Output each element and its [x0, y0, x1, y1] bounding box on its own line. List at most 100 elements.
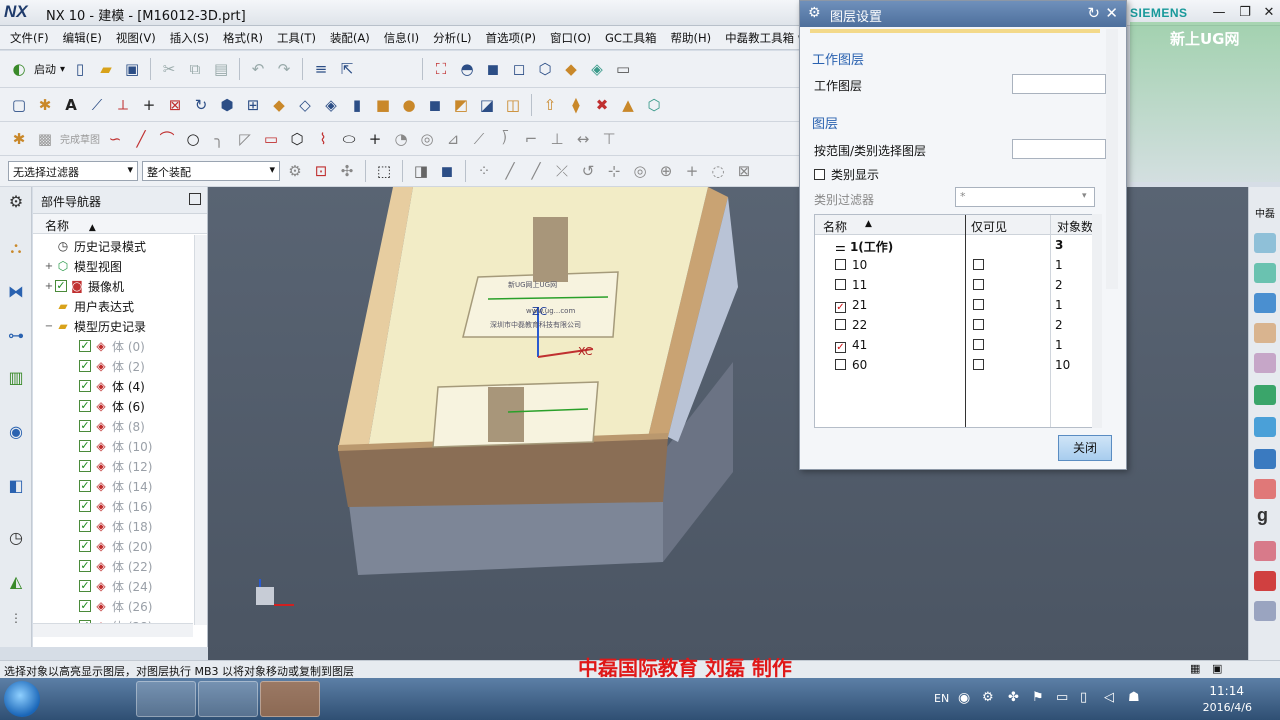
boolean-unite-icon[interactable]: ◼ [424, 94, 446, 116]
visibility-checkbox[interactable]: ✓ [79, 580, 91, 592]
menu-help[interactable]: 帮助(H) [670, 30, 711, 46]
offset-icon[interactable]: ◆ [268, 94, 290, 116]
tray-app-icon[interactable]: ✤ [1008, 690, 1019, 705]
menu-insert[interactable]: 插入(S) [170, 30, 209, 46]
snap-point-icon[interactable]: ✣ [336, 160, 358, 182]
visibility-checkbox[interactable]: ✓ [79, 440, 91, 452]
visibility-checkbox[interactable]: ✓ [79, 420, 91, 432]
tray-user-icon[interactable]: ☗ [1128, 690, 1140, 705]
save-icon[interactable]: ▣ [121, 58, 143, 80]
tool-icon-12[interactable] [1254, 601, 1276, 621]
finish-sketch-label[interactable]: 完成草图 [60, 131, 100, 146]
line-icon[interactable]: ╱ [130, 128, 152, 150]
synchronous-icon[interactable]: ⬡ [643, 94, 665, 116]
layer-row[interactable]: 22 2 [815, 315, 1093, 335]
layer-visible-checkbox[interactable]: ✓ [835, 342, 846, 353]
snap-center-icon[interactable]: ⊹ [603, 160, 625, 182]
new-file-icon[interactable]: ▯ [69, 58, 91, 80]
render-style-icon[interactable]: ◓ [456, 58, 478, 80]
extrude-icon[interactable]: ⬢ [216, 94, 238, 116]
undo-icon[interactable]: ↶ [247, 58, 269, 80]
snap-existing-icon[interactable]: ⊕ [655, 160, 677, 182]
navigator-row[interactable]: ✓ ◈ 体 (20) [67, 536, 152, 556]
category-display-checkbox[interactable]: 类别显示 [814, 166, 879, 183]
navigator-row[interactable]: ✓ ◈ 体 (16) [67, 496, 152, 516]
navigator-row[interactable]: ✓ ◈ 体 (22) [67, 556, 152, 576]
close-window-button[interactable]: ✕ [1260, 4, 1278, 22]
block-icon[interactable]: ■ [372, 94, 394, 116]
visible-only-checkbox[interactable] [973, 299, 984, 310]
layer-row[interactable]: 10 1 [815, 255, 1093, 275]
redo-icon[interactable]: ↷ [273, 58, 295, 80]
circle-icon[interactable]: ○ [182, 128, 204, 150]
visibility-checkbox[interactable]: ✓ [79, 340, 91, 352]
category-display-box[interactable] [814, 169, 825, 180]
background-icon[interactable]: ▭ [612, 58, 634, 80]
visibility-checkbox[interactable]: ✓ [79, 380, 91, 392]
layer-row[interactable]: ⚌ 1(工作) 3 [815, 235, 1093, 255]
menu-file[interactable]: 文件(F) [10, 30, 49, 46]
offset-region-icon[interactable]: ▲ [617, 94, 639, 116]
tray-network-icon[interactable]: ▭ [1056, 690, 1068, 705]
category-filter-dropdown-icon[interactable]: ▾ [1082, 191, 1087, 201]
quick-trim-icon[interactable]: ⟋ [468, 128, 490, 150]
move-face-icon[interactable]: ⇧ [539, 94, 561, 116]
navigator-row[interactable]: ✓ ◈ 体 (18) [67, 516, 152, 536]
history-clock-icon[interactable]: ◷ [5, 527, 27, 549]
tool-icon-3[interactable] [1254, 293, 1276, 313]
navigator-row[interactable]: ◷ 历史记录模式 [43, 236, 146, 256]
chamfer-icon[interactable]: ◸ [234, 128, 256, 150]
taskbar-image-viewer[interactable] [260, 681, 320, 717]
lang-indicator[interactable]: EN [934, 692, 949, 705]
rail-overflow-icon[interactable]: ⋮ [5, 607, 27, 629]
ellipse-icon[interactable]: ⬭ [338, 128, 360, 150]
history-palette-icon[interactable]: ◧ [5, 475, 27, 497]
tool-icon-6[interactable] [1254, 385, 1276, 405]
datum-csys-icon[interactable]: ✱ [34, 94, 56, 116]
arc-icon[interactable]: ⌒ [156, 128, 178, 150]
tool-icon-2[interactable] [1254, 263, 1276, 283]
visible-only-checkbox[interactable] [973, 279, 984, 290]
menu-view[interactable]: 视图(V) [116, 30, 156, 46]
navigator-row[interactable]: ✓ ◈ 体 (2) [67, 356, 145, 376]
layer-row[interactable]: 60 10 [815, 355, 1093, 375]
visible-only-checkbox[interactable] [973, 359, 984, 370]
snap-control-icon[interactable]: ╱ [525, 160, 547, 182]
copy-icon[interactable]: ⧉ [184, 58, 206, 80]
trim-body-icon[interactable]: ◇ [294, 94, 316, 116]
offset-curve-icon[interactable]: ◔ [390, 128, 412, 150]
tool-icon-7[interactable] [1254, 417, 1276, 437]
snap-on-face-icon[interactable]: ◌ [707, 160, 729, 182]
shaded-cube-icon[interactable]: ◼ [482, 58, 504, 80]
volume-icon[interactable]: ◁ [1104, 690, 1114, 705]
tool-icon-11[interactable] [1254, 571, 1276, 591]
profile-icon[interactable]: ∽ [104, 128, 126, 150]
close-button[interactable]: 关闭 [1058, 435, 1112, 461]
assembly-navigator-icon[interactable]: ⛬ [5, 237, 27, 259]
start-label[interactable]: 启动 [34, 61, 56, 77]
layer-name-cell[interactable]: 11 [835, 278, 867, 292]
snap-mid-icon[interactable]: ╱ [499, 160, 521, 182]
wireframe-cube-icon[interactable]: ⬡ [534, 58, 556, 80]
minimize-button[interactable]: — [1210, 4, 1228, 22]
navigator-row[interactable]: ✓ ◈ 体 (8) [67, 416, 145, 436]
tray-settings-icon[interactable]: ⚙ [982, 690, 994, 705]
constraint-icon[interactable]: ⊥ [546, 128, 568, 150]
start-icon[interactable]: ◐ [8, 58, 30, 80]
start-dropdown-icon[interactable]: ▾ [60, 64, 65, 75]
menu-window[interactable]: 窗口(O) [550, 30, 591, 46]
draft-icon[interactable]: ◫ [502, 94, 524, 116]
menu-tools[interactable]: 工具(T) [277, 30, 316, 46]
pattern-curve-icon[interactable]: ◎ [416, 128, 438, 150]
snap-quadrant-icon[interactable]: ◎ [629, 160, 651, 182]
datum-axis-icon[interactable]: ⟂ [112, 94, 134, 116]
visibility-checkbox[interactable]: ✓ [79, 360, 91, 372]
layer-stack-icon[interactable]: ≡ [310, 58, 332, 80]
navigator-horizontal-scrollbar[interactable] [33, 623, 193, 637]
navigator-row[interactable]: ✓ ◈ 体 (10) [67, 436, 152, 456]
spline-icon[interactable]: ⌇ [312, 128, 334, 150]
material-icon[interactable]: ◆ [560, 58, 582, 80]
status-view-icon[interactable]: ▦ [1190, 662, 1200, 675]
menu-edit[interactable]: 编辑(E) [63, 30, 102, 46]
visibility-checkbox[interactable]: ✓ [79, 560, 91, 572]
